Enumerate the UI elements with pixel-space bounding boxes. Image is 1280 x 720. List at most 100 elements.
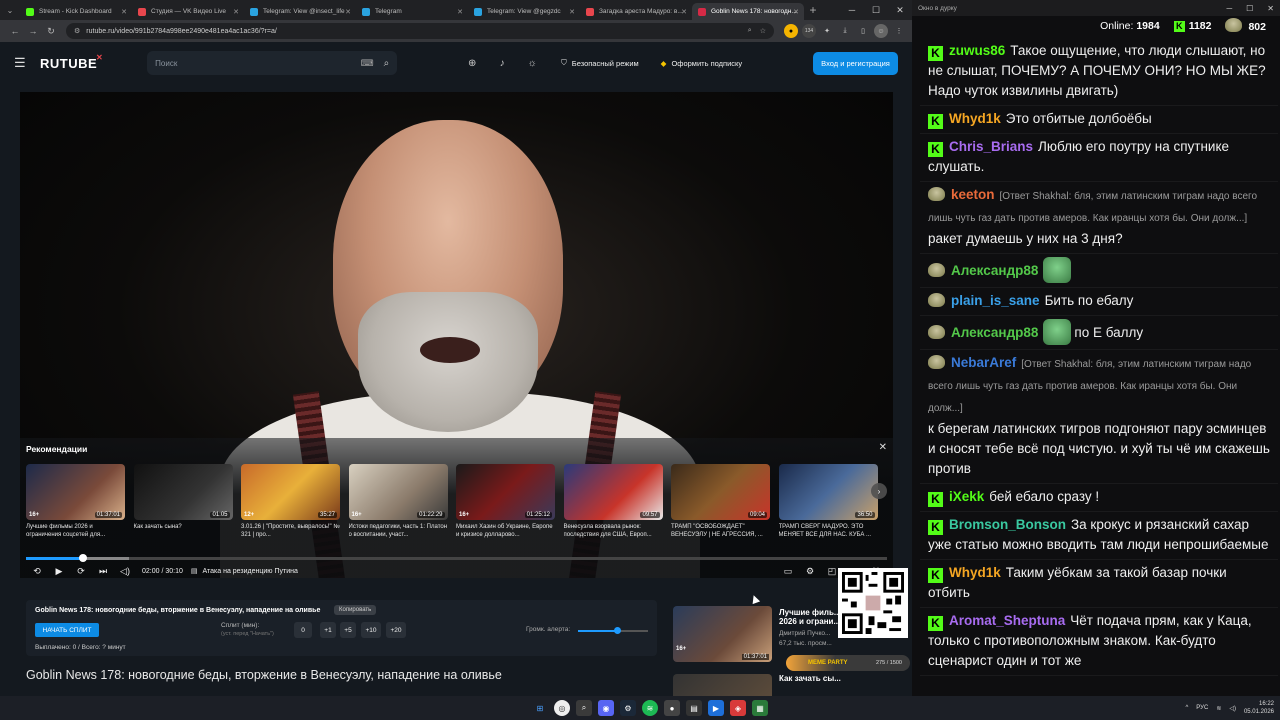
recommendation-title[interactable]: Лучшие фильмы 2026 и ограничения соцсете…	[26, 523, 125, 539]
copy-button[interactable]: Копировать	[334, 605, 377, 615]
chrome-icon[interactable]: ◎	[554, 700, 570, 716]
browser-tab[interactable]: Студия — VK Видео Live ✕	[132, 3, 244, 20]
maximize-icon[interactable]: ☐	[864, 5, 888, 16]
chat-minimize-icon[interactable]: ─	[1226, 4, 1232, 13]
browser-tab[interactable]: Telegram: View @gegzdc ✕	[468, 3, 580, 20]
files-icon[interactable]: ▦	[752, 700, 768, 716]
search-input[interactable]: Поиск ⌨ ⌕	[147, 51, 398, 75]
recommendation-thumbnail[interactable]: 09:57	[563, 464, 663, 520]
recommendation-title[interactable]: 3.01.26 | "Простите, вывралось!" № 321 |…	[241, 523, 340, 539]
reco-next-arrow-icon[interactable]: ›	[871, 483, 887, 499]
side-thumbnail[interactable]: 16+ 01:37:01	[673, 606, 772, 662]
close-recommendations-icon[interactable]: ✕	[879, 442, 887, 453]
chapter-button[interactable]: ▤ Атака на резиденцию Путина	[191, 567, 298, 576]
search-icon[interactable]: ⌕	[384, 58, 390, 69]
chat-maximize-icon[interactable]: ☐	[1246, 4, 1253, 13]
wifi-icon[interactable]: ≋	[1216, 705, 1221, 712]
player-icon[interactable]: ▶	[708, 700, 724, 716]
recording-icon[interactable]: ◈	[730, 700, 746, 716]
browser-tab[interactable]: Telegram: View @insect_life ✕	[244, 3, 356, 20]
chat-username[interactable]: NebarAref	[951, 355, 1016, 370]
progress-bar[interactable]	[26, 554, 887, 562]
chat-username[interactable]: Whyd1k	[949, 111, 1001, 126]
recommendation-title[interactable]: Михаил Хазин об Украине, Европе и кризис…	[456, 523, 555, 539]
recommendation-thumbnail[interactable]: 16+ 01:37:01	[26, 464, 125, 520]
chat-username[interactable]: Whyd1k	[949, 565, 1001, 580]
theme-sun-icon[interactable]: ☼	[517, 58, 547, 69]
recommendation-card[interactable]: 09:04 ТРАМП "ОСВОБОЖДАЕТ" ВЕНЕСУЭЛУ | НЕ…	[671, 464, 770, 539]
minimize-icon[interactable]: ─	[840, 5, 864, 16]
recommendation-thumbnail[interactable]: 16+ 01:22:29	[348, 464, 448, 520]
forward-icon[interactable]: →	[24, 26, 42, 36]
discord-icon[interactable]: ◉	[598, 700, 614, 716]
extension-icon[interactable]: ●	[784, 24, 798, 38]
recommendation-card[interactable]: 36:50 ТРАМП СВЕРГ МАДУРО. ЭТО МЕНЯЕТ ВСЕ…	[778, 464, 878, 539]
subscribe-button[interactable]: ◆ Оформить подписку	[661, 59, 742, 68]
tab-close-icon[interactable]: ✕	[569, 8, 575, 16]
split-view-icon[interactable]: ▯	[856, 24, 870, 38]
close-window-icon[interactable]: ✕	[888, 5, 912, 16]
start-split-button[interactable]: НАЧАТЬ СПЛИТ	[35, 623, 99, 637]
chat-username[interactable]: zuwus86	[949, 43, 1005, 58]
menu-icon[interactable]: ☰	[14, 55, 40, 71]
side-title-2[interactable]: Как зачать сы...	[779, 674, 841, 683]
recommendation-thumbnail[interactable]: 09:04	[671, 464, 770, 520]
recommendation-thumbnail[interactable]: 16+ 01:25:12	[456, 464, 555, 520]
next-icon[interactable]: ⏭	[92, 566, 114, 577]
chat-username[interactable]: Chris_Brians	[949, 139, 1033, 154]
clock[interactable]: 16:22 05.01.2026	[1244, 700, 1274, 716]
chat-username[interactable]: Александр88	[951, 325, 1038, 340]
safe-mode-toggle[interactable]: ⛉ Безопасный режим	[561, 58, 639, 68]
download-icon[interactable]: ⤓	[838, 24, 852, 38]
recommendation-thumbnail[interactable]: 12+ 35:27	[241, 464, 340, 520]
recommendation-card[interactable]: 16+ 01:25:12 Михаил Хазин об Украине, Ев…	[456, 464, 555, 539]
language-indicator[interactable]: РУС	[1196, 705, 1208, 711]
browser-tab[interactable]: Telegram ✕	[356, 3, 468, 20]
video-player[interactable]: Рекомендации ✕ 16+ 01:37:01 Лучшие фильм…	[20, 92, 893, 578]
recommendation-card[interactable]: 09:57 Венесуэла взорвала рынок: последст…	[563, 464, 663, 539]
split-minutes-button[interactable]: 0	[294, 622, 312, 638]
tab-search-icon[interactable]: ⌄	[0, 6, 20, 15]
recommendation-title[interactable]: ТРАМП "ОСВОБОЖДАЕТ" ВЕНЕСУЭЛУ | НЕ АГРЕС…	[671, 523, 770, 539]
settings-gear-icon[interactable]: ⚙	[799, 566, 821, 577]
obs-icon[interactable]: ●	[664, 700, 680, 716]
tray-chevron-icon[interactable]: ^	[1185, 705, 1188, 711]
recommendation-card[interactable]: 16+ 01:22:29 Истоки педагогики, часть 1:…	[348, 464, 448, 539]
site-info-icon[interactable]: ⚙	[74, 27, 80, 35]
login-button[interactable]: Вход и регистрация	[813, 51, 898, 75]
url-field[interactable]: ⚙ rutube.ru/video/991b2784a998ee2490e481…	[66, 23, 774, 39]
bookmark-star-icon[interactable]: ☆	[760, 27, 766, 35]
recommendation-card[interactable]: 16+ 01:37:01 Лучшие фильмы 2026 и ограни…	[26, 464, 125, 539]
profile-avatar[interactable]: ☺	[874, 24, 888, 38]
progress-handle[interactable]	[78, 554, 87, 562]
split-minutes-button[interactable]: +10	[361, 622, 381, 638]
reload-icon[interactable]: ↻	[42, 26, 60, 37]
browser-tab[interactable]: Goblin News 178: новогодн... ✕	[692, 3, 804, 20]
chat-username[interactable]: Александр88	[951, 263, 1038, 278]
split-minutes-button[interactable]: +5	[340, 622, 356, 638]
recommendation-title[interactable]: Венесуэла взорвала рынок: последствия дл…	[564, 523, 663, 539]
menu-dots-icon[interactable]: ⋮	[892, 24, 906, 38]
chat-username[interactable]: keeton	[951, 187, 995, 202]
keyboard-icon[interactable]: ⌨	[361, 58, 374, 69]
side-author[interactable]: Дмитрий Пучко...	[779, 630, 830, 637]
split-minutes-button[interactable]: +1	[320, 622, 336, 638]
recommendation-title[interactable]: Как зачать сына?	[134, 523, 233, 539]
volume-icon[interactable]: ◁)	[114, 566, 136, 577]
sound-icon[interactable]: ◁)	[1229, 705, 1236, 712]
tab-close-icon[interactable]: ✕	[681, 8, 687, 16]
tab-close-icon[interactable]: ✕	[793, 8, 799, 16]
browser-tab[interactable]: Stream - Kick Dashboard ✕	[20, 3, 132, 20]
side-thumbnail-2[interactable]	[673, 674, 772, 696]
search-taskbar-icon[interactable]: ⌕	[576, 700, 592, 716]
recommendation-title[interactable]: ТРАМП СВЕРГ МАДУРО. ЭТО МЕНЯЕТ ВСЕ ДЛЯ Н…	[779, 523, 878, 539]
extensions-puzzle-icon[interactable]: ✦	[820, 24, 834, 38]
alert-volume-handle[interactable]	[613, 627, 621, 634]
chat-username[interactable]: Aromat_Sheptuna	[949, 613, 1065, 628]
recommendation-thumbnail[interactable]: 01:05	[133, 464, 233, 520]
tab-close-icon[interactable]: ✕	[121, 8, 127, 16]
steam-icon[interactable]: ⚙	[620, 700, 636, 716]
chat-username[interactable]: Bromson_Bonson	[949, 517, 1066, 532]
recommendation-title[interactable]: Истоки педагогики, часть 1: Платон о вос…	[349, 523, 448, 539]
spotify-icon[interactable]: ≋	[642, 700, 658, 716]
